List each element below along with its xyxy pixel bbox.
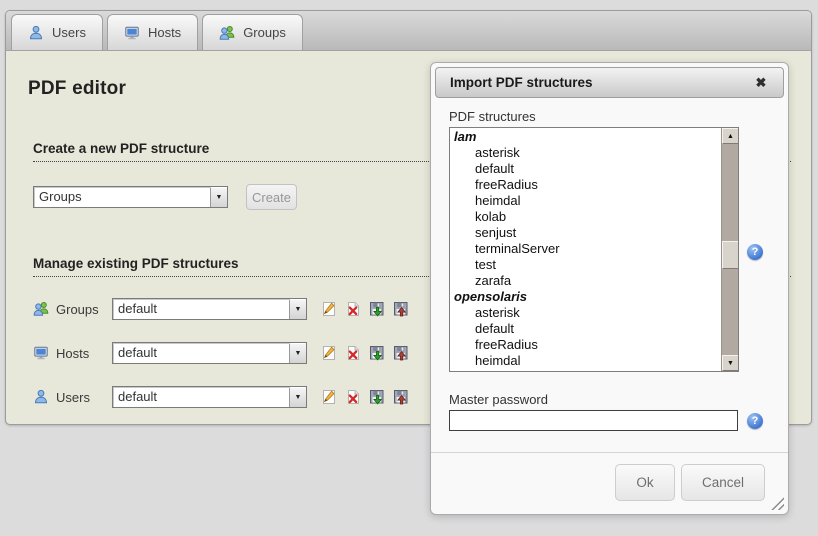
edit-icon[interactable] <box>321 389 337 405</box>
tab-groups[interactable]: Groups <box>202 14 303 50</box>
tab-hosts[interactable]: Hosts <box>107 14 198 50</box>
structure-item[interactable]: heimdal <box>450 193 721 209</box>
close-icon[interactable]: ✖ <box>751 73 771 93</box>
users-structure-select[interactable]: default ▼ <box>112 386 307 408</box>
hosts-structure-select-value: default <box>113 343 289 363</box>
structure-item[interactable]: senjust <box>450 225 721 241</box>
export-icon[interactable] <box>369 389 385 405</box>
structure-item[interactable]: default <box>450 321 721 337</box>
structure-item[interactable]: asterisk <box>450 305 721 321</box>
scroll-down-icon[interactable]: ▼ <box>722 355 739 371</box>
structure-item[interactable]: asterisk <box>450 145 721 161</box>
structure-item[interactable]: kolab <box>450 369 721 372</box>
tab-hosts-label: Hosts <box>148 25 181 40</box>
import-icon[interactable] <box>393 345 409 361</box>
export-icon[interactable] <box>369 345 385 361</box>
structure-item[interactable]: terminalServer <box>450 241 721 257</box>
edit-icon[interactable] <box>321 301 337 317</box>
pdf-structures-list-items: lamasteriskdefaultfreeRadiusheimdalkolab… <box>450 129 721 372</box>
delete-icon[interactable] <box>345 389 361 405</box>
structure-type-select[interactable]: Groups ▼ <box>33 186 228 208</box>
delete-icon[interactable] <box>345 301 361 317</box>
edit-icon[interactable] <box>321 345 337 361</box>
tab-users-label: Users <box>52 25 86 40</box>
list-scrollbar[interactable]: ▲ ▼ <box>721 128 738 371</box>
master-password-field[interactable] <box>449 410 738 431</box>
hosts-structure-select[interactable]: default ▼ <box>112 342 307 364</box>
delete-icon[interactable] <box>345 345 361 361</box>
ok-button[interactable]: Ok <box>615 464 675 501</box>
user-icon <box>28 25 44 41</box>
structure-item[interactable]: default <box>450 161 721 177</box>
row-type-label: Groups <box>56 302 112 317</box>
pdf-structures-label: PDF structures <box>449 109 536 124</box>
host-icon <box>33 345 49 361</box>
help-icon[interactable]: ? <box>747 413 763 429</box>
users-structure-select-value: default <box>113 387 289 407</box>
structure-item[interactable]: heimdal <box>450 353 721 369</box>
cancel-button[interactable]: Cancel <box>681 464 765 501</box>
tab-bar: Users Hosts Groups <box>6 11 811 51</box>
dialog-button-pane: Ok Cancel <box>431 452 788 514</box>
tab-users[interactable]: Users <box>11 14 103 50</box>
scroll-up-icon[interactable]: ▲ <box>722 128 739 144</box>
row-actions <box>321 389 409 405</box>
import-pdf-dialog: Import PDF structures ✖ PDF structures l… <box>430 62 789 515</box>
chevron-down-icon: ▼ <box>210 187 227 207</box>
groups-icon <box>33 301 49 317</box>
master-password-label: Master password <box>449 392 548 407</box>
help-icon[interactable]: ? <box>747 244 763 260</box>
create-button[interactable]: Create <box>246 184 297 210</box>
chevron-down-icon: ▼ <box>289 299 306 319</box>
scrollbar-thumb[interactable] <box>722 241 739 269</box>
row-actions <box>321 301 409 317</box>
chevron-down-icon: ▼ <box>289 343 306 363</box>
groups-structure-select-value: default <box>113 299 289 319</box>
structure-group-header: lam <box>450 129 721 145</box>
pdf-structures-list[interactable]: lamasteriskdefaultfreeRadiusheimdalkolab… <box>449 127 739 372</box>
groups-structure-select[interactable]: default ▼ <box>112 298 307 320</box>
row-actions <box>321 345 409 361</box>
structure-item[interactable]: freeRadius <box>450 177 721 193</box>
import-icon[interactable] <box>393 301 409 317</box>
structure-item[interactable]: freeRadius <box>450 337 721 353</box>
host-icon <box>124 25 140 41</box>
chevron-down-icon: ▼ <box>289 387 306 407</box>
row-type-label: Hosts <box>56 346 112 361</box>
structure-item[interactable]: test <box>450 257 721 273</box>
structure-type-select-value: Groups <box>34 187 210 207</box>
tab-groups-label: Groups <box>243 25 286 40</box>
dialog-title: Import PDF structures <box>450 75 751 90</box>
export-icon[interactable] <box>369 301 385 317</box>
structure-item[interactable]: kolab <box>450 209 721 225</box>
structure-group-header: opensolaris <box>450 289 721 305</box>
user-icon <box>33 389 49 405</box>
import-icon[interactable] <box>393 389 409 405</box>
row-type-label: Users <box>56 390 112 405</box>
structure-item[interactable]: zarafa <box>450 273 721 289</box>
groups-icon <box>219 25 235 41</box>
dialog-titlebar[interactable]: Import PDF structures ✖ <box>435 67 784 98</box>
